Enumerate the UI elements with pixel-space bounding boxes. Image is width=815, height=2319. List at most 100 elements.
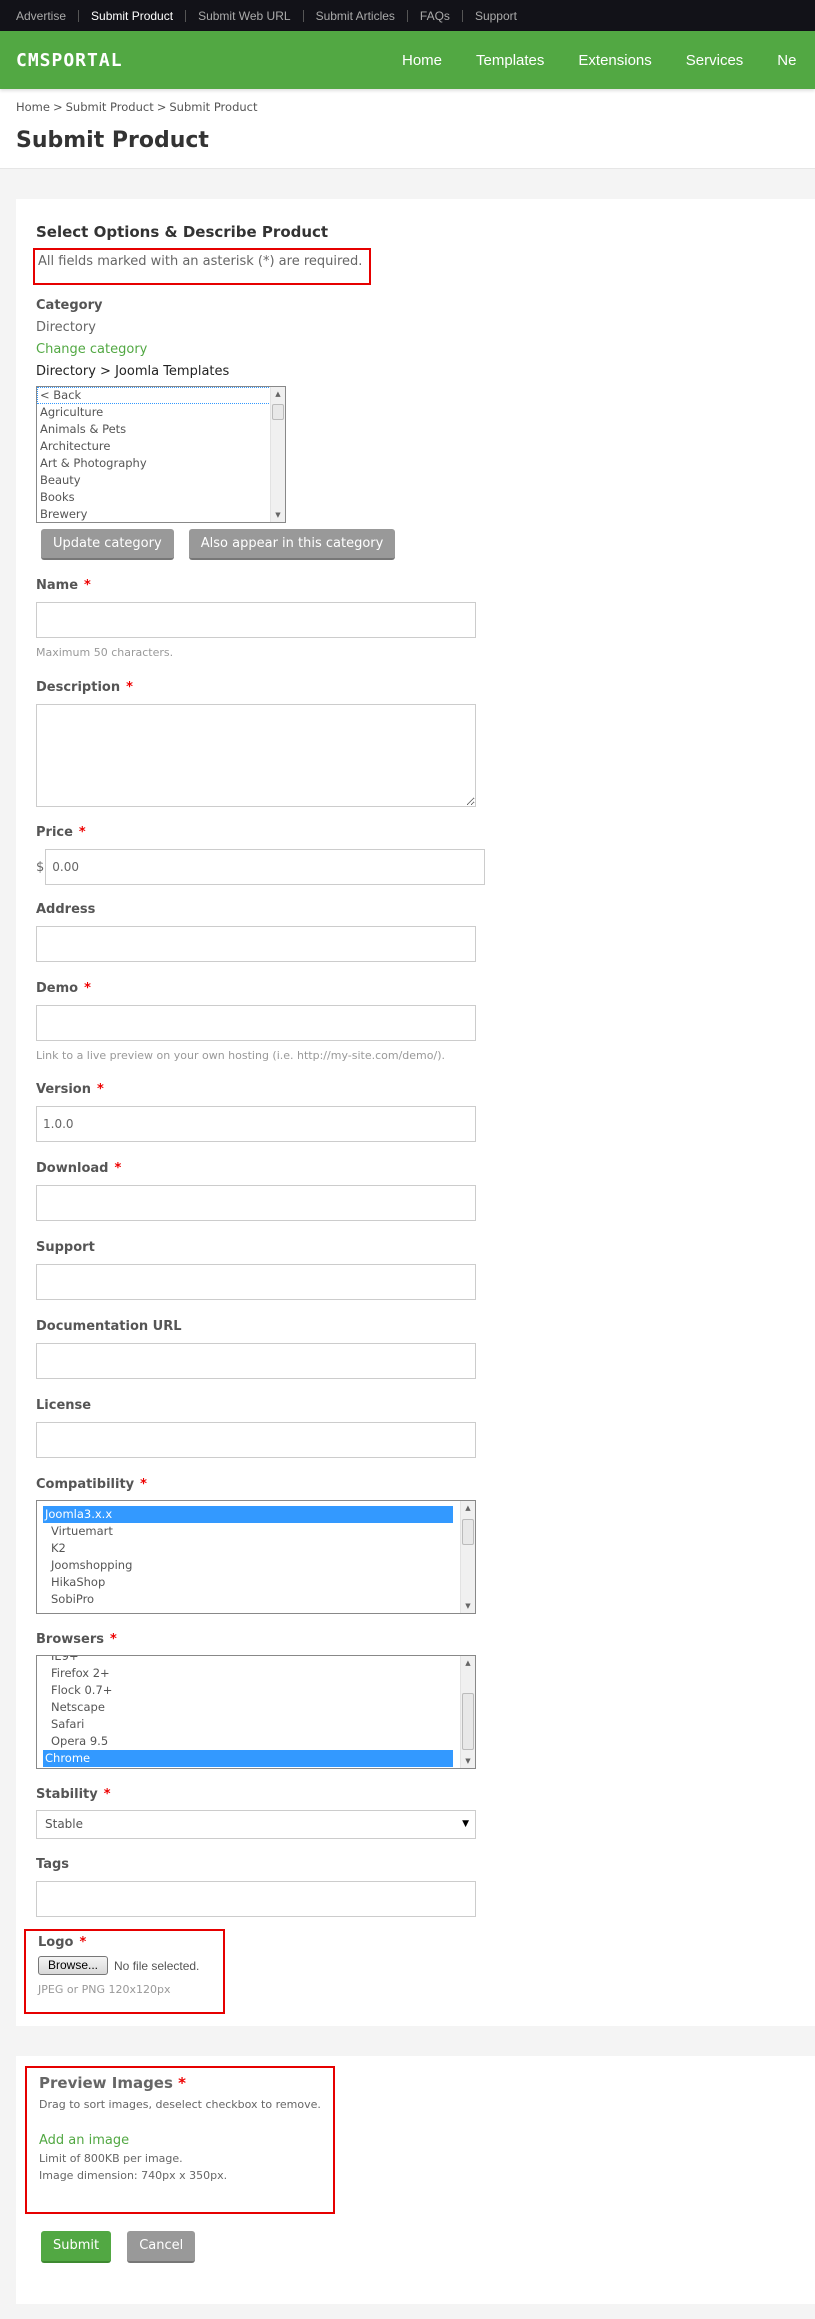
- demo-hint: Link to a live preview on your own hosti…: [36, 1049, 445, 1062]
- compatibility-multiselect[interactable]: Joomla3.x.x Virtuemart K2 Joomshopping H…: [36, 1500, 476, 1614]
- logo-field: Logo * Browse... No file selected. JPEG o…: [24, 1929, 225, 2014]
- browser-option[interactable]: IE9+: [43, 1656, 453, 1665]
- address-input[interactable]: [36, 926, 476, 962]
- required-asterisk: *: [103, 1787, 111, 1802]
- compatibility-option[interactable]: HikaShop: [43, 1574, 453, 1591]
- browser-option[interactable]: Safari: [43, 1716, 453, 1733]
- chevron-down-icon: ▼: [462, 1819, 469, 1829]
- scroll-up-arrow-icon[interactable]: ▲: [271, 387, 285, 401]
- compatibility-option[interactable]: SobiPro: [43, 1591, 453, 1608]
- topbar-link-faqs[interactable]: FAQs: [406, 9, 462, 22]
- browsers-multiselect[interactable]: IE9+ Firefox 2+ Flock 0.7+ Netscape Safa…: [36, 1655, 476, 1769]
- topbar-link-submit-articles[interactable]: Submit Articles: [302, 9, 407, 22]
- breadcrumb-home[interactable]: Home: [16, 100, 50, 114]
- update-category-button[interactable]: Update category: [41, 529, 174, 560]
- tags-field: Tags: [36, 1857, 795, 1917]
- category-scrollbar[interactable]: ▲ ▼: [270, 387, 285, 522]
- documentation-label: Documentation URL: [36, 1319, 182, 1334]
- required-asterisk: *: [126, 680, 133, 695]
- license-input[interactable]: [36, 1422, 476, 1458]
- download-field: Download *: [36, 1161, 795, 1221]
- compatibility-scrollbar[interactable]: ▲ ▼: [460, 1501, 475, 1613]
- category-option[interactable]: Architecture: [37, 438, 285, 455]
- page-header: Home > Submit Product > Submit Product Submi…: [0, 89, 815, 169]
- download-input[interactable]: [36, 1185, 476, 1221]
- change-category-link[interactable]: Change category: [36, 342, 147, 357]
- scroll-down-arrow-icon[interactable]: ▼: [461, 1754, 475, 1768]
- nav-item-news[interactable]: Ne: [777, 52, 796, 69]
- required-asterisk: *: [140, 1477, 147, 1492]
- demo-input[interactable]: [36, 1005, 476, 1041]
- category-path: Directory > Joomla Templates: [36, 364, 230, 379]
- browser-option[interactable]: Flock 0.7+: [43, 1682, 453, 1699]
- add-image-link[interactable]: Add an image: [39, 2133, 129, 2148]
- name-field: Name * Maximum 50 characters.: [36, 578, 795, 659]
- breadcrumb-submit-product[interactable]: Submit Product: [66, 100, 154, 114]
- nav-item-templates[interactable]: Templates: [476, 52, 544, 69]
- topbar-link-support[interactable]: Support: [461, 9, 529, 22]
- scroll-up-arrow-icon[interactable]: ▲: [461, 1656, 475, 1670]
- browse-button[interactable]: Browse...: [38, 1956, 109, 1975]
- description-field: Description *: [36, 680, 795, 807]
- category-option[interactable]: Books: [37, 489, 285, 506]
- currency-symbol: $: [36, 859, 45, 875]
- browser-option[interactable]: Chrome: [43, 1750, 453, 1767]
- browser-option[interactable]: Firefox 2+: [43, 1665, 453, 1682]
- scroll-thumb[interactable]: [462, 1519, 474, 1545]
- nav-item-services[interactable]: Services: [686, 52, 744, 69]
- preview-images-title: Preview Images: [39, 2074, 173, 2092]
- required-asterisk: *: [84, 981, 91, 996]
- description-textarea[interactable]: [36, 704, 476, 807]
- cancel-button[interactable]: Cancel: [127, 2231, 196, 2263]
- scroll-thumb[interactable]: [462, 1693, 474, 1750]
- image-size-limit: Limit of 800KB per image.: [39, 2152, 183, 2165]
- section-title: Select Options & Describe Product: [36, 223, 329, 241]
- browser-option[interactable]: Opera 9.5: [43, 1733, 453, 1750]
- required-asterisk: *: [109, 1632, 117, 1647]
- stability-select[interactable]: Stable ▼: [36, 1810, 476, 1839]
- scroll-up-arrow-icon[interactable]: ▲: [461, 1501, 475, 1515]
- category-option[interactable]: Art & Photography: [37, 455, 285, 472]
- category-option[interactable]: Animals & Pets: [37, 421, 285, 438]
- nav-item-home[interactable]: Home: [402, 52, 442, 69]
- browsers-scrollbar[interactable]: ▲ ▼: [460, 1656, 475, 1768]
- demo-label: Demo: [36, 981, 79, 996]
- site-logo[interactable]: CMSPORTAL: [16, 50, 123, 71]
- main-navbar: CMSPORTAL Home Templates Extensions Serv…: [0, 31, 815, 89]
- browsers-label: Browsers: [36, 1632, 104, 1647]
- category-listbox[interactable]: < Back Agriculture Animals & Pets Archit…: [36, 386, 286, 523]
- price-input[interactable]: [45, 849, 486, 885]
- scroll-down-arrow-icon[interactable]: ▼: [271, 508, 285, 522]
- required-note: All fields marked with an asterisk (*) a…: [33, 248, 371, 285]
- compatibility-option[interactable]: Joomla3.x.x: [43, 1506, 453, 1523]
- top-utility-bar: Advertise Submit Product Submit Web URL …: [0, 0, 815, 31]
- price-label: Price: [36, 825, 73, 840]
- compatibility-option[interactable]: Virtuemart: [43, 1523, 453, 1540]
- logo-label: Logo: [38, 1935, 74, 1950]
- support-label: Support: [36, 1240, 95, 1255]
- nav-item-extensions[interactable]: Extensions: [578, 52, 651, 69]
- documentation-input[interactable]: [36, 1343, 476, 1379]
- compatibility-option[interactable]: Joomshopping: [43, 1557, 453, 1574]
- category-option[interactable]: < Back: [37, 387, 285, 404]
- version-input[interactable]: [36, 1106, 476, 1142]
- topbar-link-submit-product[interactable]: Submit Product: [78, 9, 185, 22]
- also-appear-button[interactable]: Also appear in this category: [188, 529, 396, 560]
- topbar-link-advertise[interactable]: Advertise: [16, 10, 78, 22]
- breadcrumb-current: Submit Product: [169, 100, 258, 114]
- topbar-link-submit-web-url[interactable]: Submit Web URL: [185, 9, 302, 22]
- address-field: Address: [36, 902, 795, 962]
- scroll-down-arrow-icon[interactable]: ▼: [461, 1599, 475, 1613]
- submit-button[interactable]: Submit: [41, 2231, 112, 2263]
- category-option[interactable]: Beauty: [37, 472, 285, 489]
- tags-label: Tags: [36, 1857, 70, 1872]
- compatibility-option[interactable]: K2: [43, 1540, 453, 1557]
- scroll-thumb[interactable]: [272, 404, 284, 420]
- category-option[interactable]: Brewery: [37, 506, 285, 522]
- browser-option[interactable]: Netscape: [43, 1699, 453, 1716]
- preview-images-card: Preview Images * Drag to sort images, de…: [16, 2056, 815, 2304]
- category-option[interactable]: Agriculture: [37, 404, 285, 421]
- support-input[interactable]: [36, 1264, 476, 1300]
- name-input[interactable]: [36, 602, 476, 638]
- tags-input[interactable]: [36, 1881, 476, 1917]
